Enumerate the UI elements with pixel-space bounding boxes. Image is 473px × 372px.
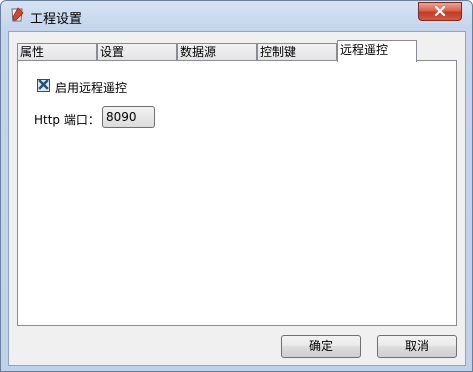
tab-label: 设置 — [100, 45, 125, 59]
tab-panel-remote-control: 启用远程遥控 Http 端口： 8090 — [17, 60, 457, 326]
check-icon — [38, 78, 49, 93]
tab-label: 数据源 — [180, 45, 217, 59]
enable-remote-label[interactable]: 启用远程遥控 — [55, 79, 127, 96]
close-button[interactable] — [418, 2, 462, 21]
tab-remote-control[interactable]: 远程遥控 — [337, 40, 417, 62]
tab-data-source[interactable]: 数据源 — [177, 43, 257, 61]
tab-settings[interactable]: 设置 — [97, 43, 177, 61]
ok-button[interactable]: 确定 — [281, 335, 361, 358]
tab-properties[interactable]: 属性 — [17, 43, 97, 61]
http-port-label: Http 端口： — [34, 113, 100, 127]
tab-label: 控制键 — [260, 45, 297, 59]
tab-strip: 属性 设置 数据源 控制键 远程遥控 — [17, 40, 417, 62]
close-icon — [434, 5, 446, 19]
title-bar[interactable]: 工程设置 — [1, 1, 472, 31]
cancel-button[interactable]: 取消 — [377, 335, 457, 358]
http-port-field[interactable]: 8090 — [102, 106, 155, 128]
dialog-client-area: 属性 设置 数据源 控制键 远程遥控 启用远程遥控 Http 端口： 8090 … — [8, 31, 466, 366]
tab-control-keys[interactable]: 控制键 — [257, 43, 337, 61]
project-settings-icon — [9, 7, 25, 23]
tab-label: 属性 — [20, 45, 45, 59]
tab-label: 远程遥控 — [340, 43, 389, 57]
dialog-window: 工程设置 属性 设置 数据源 控制键 远程遥控 启用远程遥控 Http 端口： … — [0, 0, 473, 372]
enable-remote-checkbox[interactable] — [37, 78, 50, 93]
window-title: 工程设置 — [30, 12, 83, 27]
